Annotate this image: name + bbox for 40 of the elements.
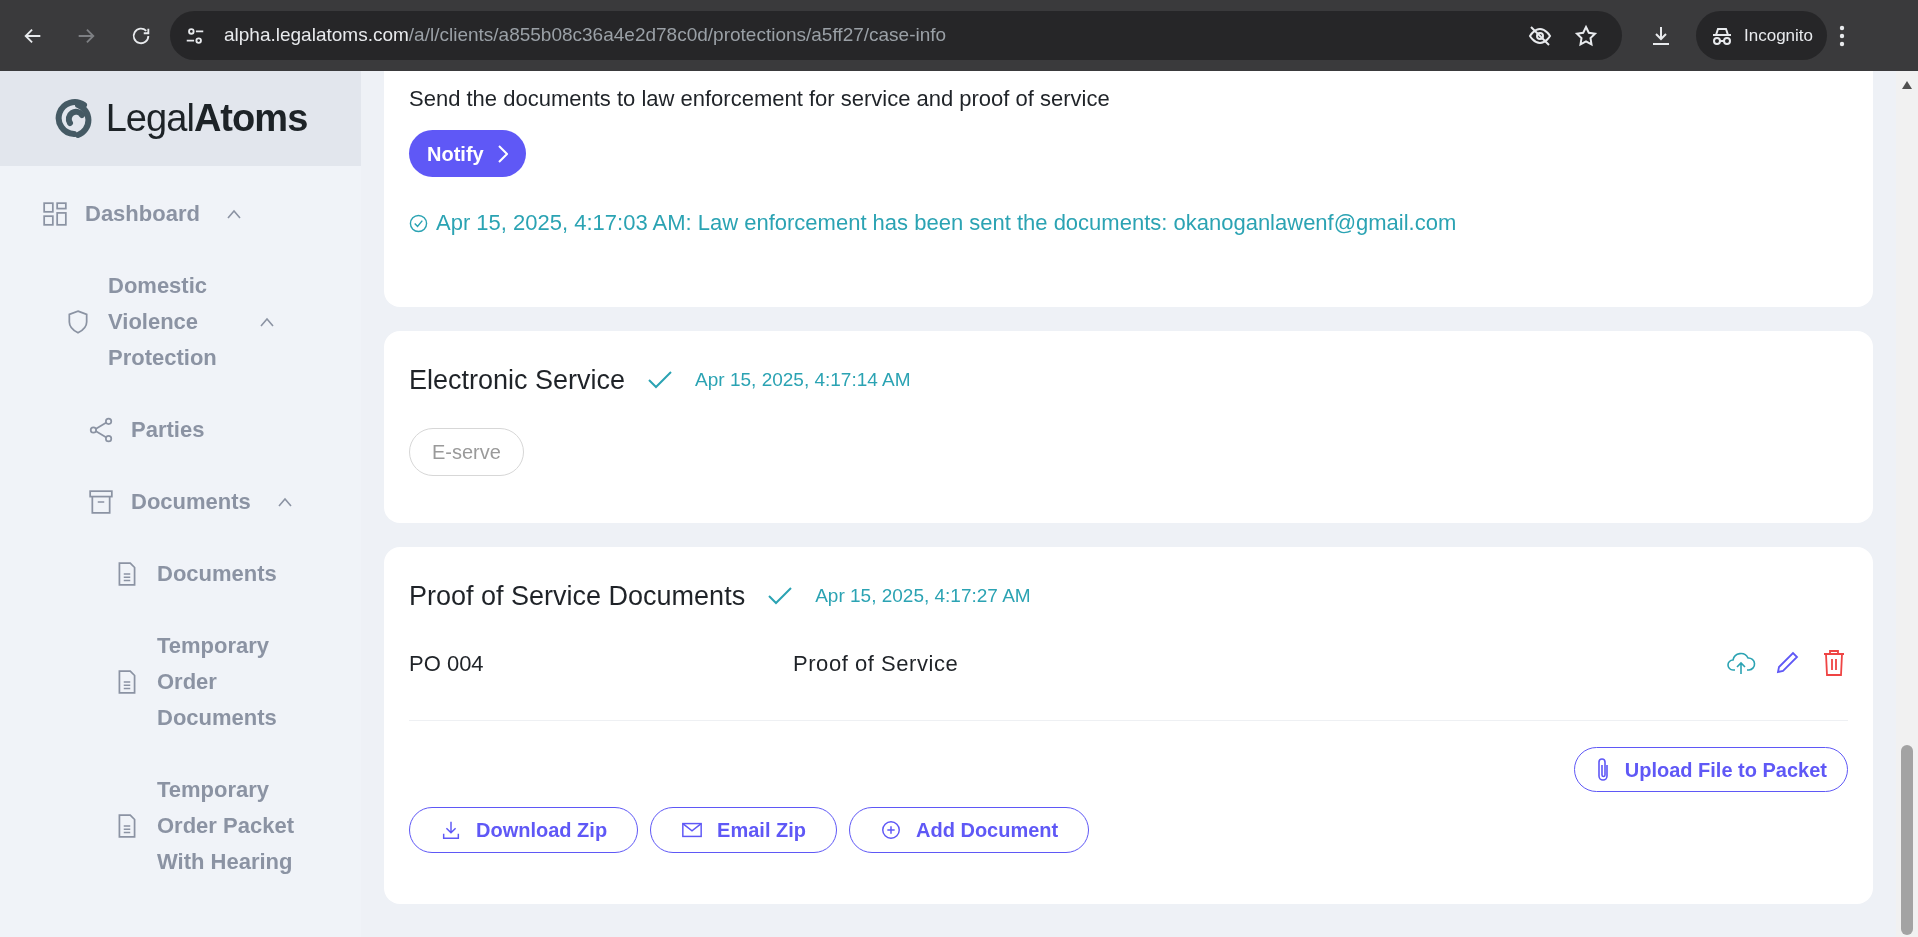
sidebar-item[interactable]: Dashboard <box>85 196 200 232</box>
status-message: Apr 15, 2025, 4:17:03 AM: Law enforcement has been sent the documents: okanoganlawenf@gmail.com <box>436 209 1457 237</box>
incognito-button[interactable]: Incognito <box>1696 11 1827 60</box>
sidebar-item[interactable]: Domestic Violence Protection <box>108 268 233 376</box>
scroll-up-icon[interactable] <box>1902 81 1912 89</box>
document-name: Proof of Service <box>793 649 959 678</box>
cloud-upload-icon[interactable] <box>1726 650 1756 676</box>
trash-icon[interactable] <box>1822 649 1846 677</box>
pencil-icon[interactable] <box>1774 650 1800 676</box>
section-title: Proof of Service Documents <box>409 579 746 613</box>
sidebar-item[interactable]: Parties <box>131 412 205 448</box>
shield-icon <box>65 309 91 335</box>
grid-icon <box>42 201 68 227</box>
plus-circle-icon <box>880 819 902 841</box>
scrollbar[interactable] <box>1896 71 1918 937</box>
address-bar[interactable]: alpha.legalatoms.com/a/l/clients/a855b08c36a4e2d78c0d/protections/a5ff27/case-info <box>170 11 1622 60</box>
section-title: Electronic Service <box>409 363 626 397</box>
scrollbar-thumb[interactable] <box>1901 745 1913 935</box>
check-circle-icon <box>409 213 428 233</box>
star-icon[interactable] <box>1574 23 1598 48</box>
completed-date: Apr 15, 2025, 4:17:27 AM <box>815 583 1031 608</box>
sidebar-item[interactable]: Documents <box>157 556 277 592</box>
sidebar-item[interactable]: Documents <box>131 484 251 520</box>
eye-off-icon[interactable] <box>1528 23 1552 48</box>
caret-up-icon[interactable] <box>259 317 275 327</box>
sidebar-item[interactable]: Temporary Order Documents <box>157 628 307 736</box>
chevron-right-icon <box>497 144 508 163</box>
notify-button[interactable]: Notify <box>409 130 526 177</box>
instruction-text: Send the documents to law enforcement for service and proof of service <box>409 85 1111 113</box>
download-icon <box>440 819 462 841</box>
completed-date: Apr 15, 2025, 4:17:14 AM <box>695 367 911 392</box>
caret-up-icon[interactable] <box>276 497 293 507</box>
share-nodes-icon <box>88 417 114 443</box>
sidebar-item[interactable]: Temporary Order Packet With Hearing <box>157 772 307 880</box>
document-code: PO 004 <box>409 649 485 678</box>
caret-up-icon[interactable] <box>225 209 242 219</box>
menu-icon[interactable] <box>1839 24 1845 47</box>
archive-box-icon <box>88 489 114 515</box>
logo-text: LegalAtoms <box>105 96 308 141</box>
url-text: alpha.legalatoms.com/a/l/clients/a855b08c36a4e2d78c0d/protections/a5ff27/case-info <box>224 23 947 48</box>
